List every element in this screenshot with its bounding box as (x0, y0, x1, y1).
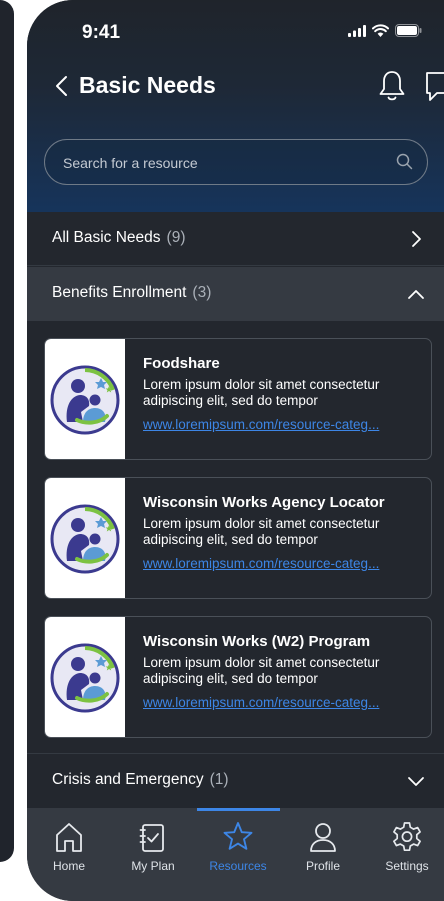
chat-icon[interactable] (423, 69, 444, 103)
resource-description: Lorem ipsum dolor sit amet consectetur a… (143, 516, 380, 547)
resource-link[interactable]: www.loremipsum.com/resource-categ... (143, 417, 423, 432)
tab-bar: Home My Plan Resources Profile Settings (27, 808, 444, 901)
family-logo-icon (50, 504, 120, 574)
category-count: (3) (192, 284, 212, 301)
category-row-benefits-enrollment[interactable]: Benefits Enrollment (3) (27, 267, 444, 321)
chevron-up-icon (408, 290, 424, 299)
bell-icon[interactable] (377, 69, 407, 103)
resource-logo (45, 339, 125, 459)
tab-label: Resources (209, 859, 267, 873)
resource-logo (45, 478, 125, 598)
title-row: Basic Needs (51, 66, 444, 106)
chevron-right-icon (412, 231, 421, 247)
category-label: All Basic Needs (9) (52, 229, 186, 247)
wifi-icon (372, 24, 389, 37)
battery-icon (395, 24, 422, 37)
resource-description: Lorem ipsum dolor sit amet consectetur a… (143, 655, 380, 686)
category-label: Crisis and Emergency (1) (52, 771, 229, 789)
resource-card[interactable]: Wisconsin Works Agency Locator Lorem ips… (44, 477, 432, 599)
resource-title: Wisconsin Works (W2) Program (143, 633, 371, 650)
category-label: Benefits Enrollment (3) (52, 284, 211, 302)
category-row-all-basic-needs[interactable]: All Basic Needs (9) (27, 212, 444, 266)
resource-link[interactable]: www.loremipsum.com/resource-categ... (143, 556, 423, 571)
search-input[interactable] (61, 140, 385, 185)
family-logo-icon (50, 643, 120, 713)
resource-description: Lorem ipsum dolor sit amet consectetur a… (143, 377, 380, 408)
status-icons (348, 24, 422, 37)
header: 9:41 Basic Needs (27, 0, 444, 212)
tab-profile[interactable]: Profile (283, 808, 363, 888)
signal-icon (348, 24, 366, 37)
category-name: Benefits Enrollment (52, 284, 187, 301)
resource-logo (45, 617, 125, 737)
background-screen-edge (0, 0, 14, 862)
resource-link[interactable]: www.loremipsum.com/resource-categ... (143, 695, 423, 710)
category-count: (9) (166, 229, 186, 246)
tab-label: Home (52, 859, 85, 873)
resource-card[interactable]: Foodshare Lorem ipsum dolor sit amet con… (44, 338, 432, 460)
category-count: (1) (209, 771, 229, 788)
tab-label: My Plan (131, 859, 175, 873)
family-logo-icon (50, 365, 120, 435)
tab-my-plan[interactable]: My Plan (113, 808, 193, 888)
home-icon (56, 823, 82, 852)
resource-title: Foodshare (143, 355, 220, 372)
tab-home[interactable]: Home (29, 808, 109, 888)
search-bar (44, 139, 428, 185)
star-icon (223, 822, 253, 850)
search-icon[interactable] (396, 153, 413, 170)
resource-title: Wisconsin Works Agency Locator (143, 494, 385, 511)
person-icon (310, 823, 336, 852)
back-icon[interactable] (51, 72, 75, 100)
category-name: All Basic Needs (52, 229, 161, 246)
gear-icon (393, 822, 421, 852)
resource-card[interactable]: Wisconsin Works (W2) Program Lorem ipsum… (44, 616, 432, 738)
phone-screen: 9:41 Basic Needs Search for a resource A… (27, 0, 444, 901)
tab-label: Settings (385, 859, 429, 873)
chevron-down-icon (408, 777, 424, 786)
tab-settings[interactable]: Settings (367, 808, 444, 888)
status-time: 9:41 (82, 22, 121, 43)
tab-resources[interactable]: Resources (198, 808, 278, 888)
clipboard-icon (139, 824, 164, 852)
category-row-crisis-and-emergency[interactable]: Crisis and Emergency (1) (27, 753, 444, 807)
category-name: Crisis and Emergency (52, 771, 204, 788)
tab-label: Profile (305, 859, 340, 873)
page-title: Basic Needs (79, 72, 216, 98)
